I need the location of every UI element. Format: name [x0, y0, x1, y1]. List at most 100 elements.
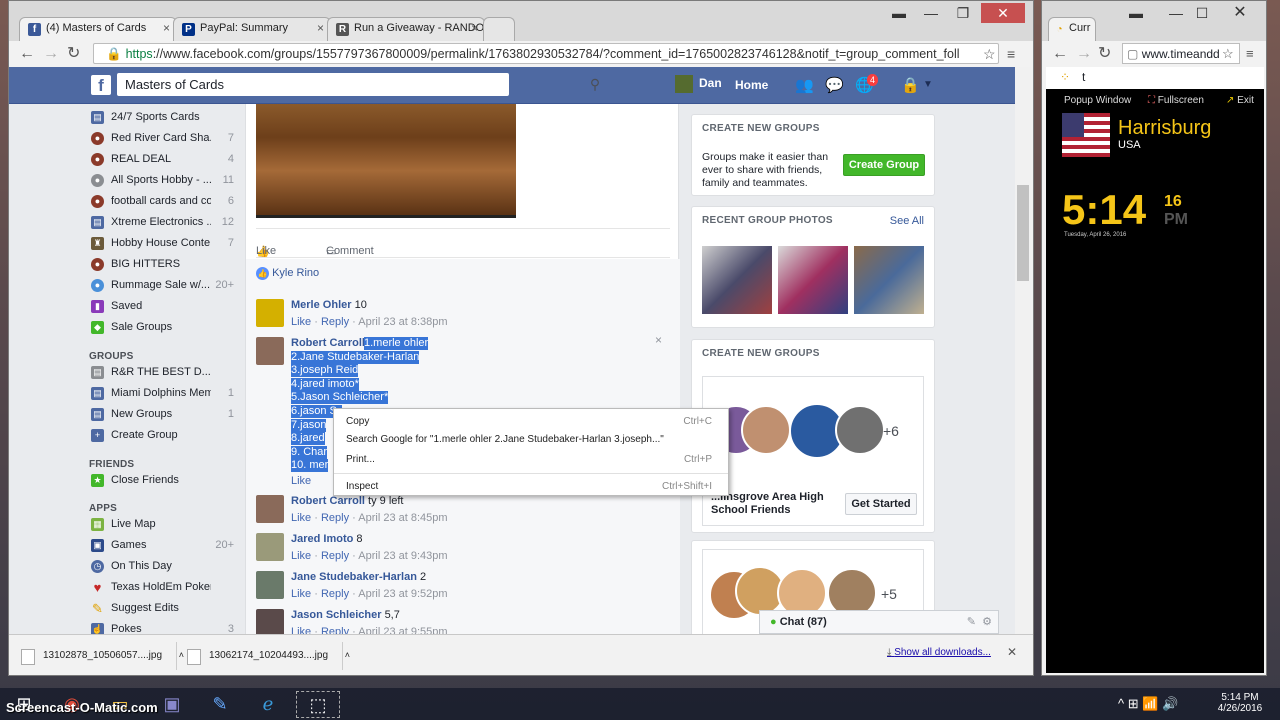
user-icon[interactable]: ▬ [1122, 3, 1150, 23]
tab-masters-of-cards[interactable]: f (4) Masters of Cards × [19, 17, 177, 42]
close-window-button[interactable]: ✕ [981, 3, 1025, 23]
comment-time[interactable]: April 23 at 9:43pm [358, 550, 447, 562]
reply-link[interactable]: Reply [321, 550, 349, 562]
tab-giveaway[interactable]: R Run a Giveaway - RANDO × [327, 17, 485, 41]
nav-item[interactable]: ● REAL DEAL 4 [89, 151, 234, 172]
exit-button[interactable]: ↗ Exit [1226, 95, 1254, 106]
comment-like-link[interactable]: Like [291, 550, 311, 562]
nav-item[interactable]: + Create Group [89, 427, 234, 448]
reply-link[interactable]: Reply [321, 626, 349, 634]
comment-like-link[interactable]: Like [291, 316, 311, 328]
comment-like-link[interactable]: Like [291, 512, 311, 524]
menu-icon[interactable]: ≡ [1246, 44, 1254, 64]
commenter-name[interactable]: Jared Imoto [291, 533, 353, 545]
commenter-name[interactable]: Merle Ohler [291, 299, 352, 311]
post-photo[interactable] [256, 104, 516, 218]
likes-summary[interactable]: 👍 Kyle Rino [256, 267, 319, 280]
nav-item[interactable]: ☝ Pokes 3 [89, 621, 234, 634]
nav-item[interactable]: ♜ Hobby House Conte... 7 [89, 235, 234, 256]
nav-item[interactable]: ▦ Live Map [89, 516, 234, 537]
reload-icon[interactable]: ↻ [67, 44, 80, 64]
create-group-button[interactable]: Create Group [843, 154, 925, 176]
avatar[interactable] [256, 533, 284, 561]
nav-item[interactable]: ● BIG HITTERS [89, 256, 234, 277]
reply-link[interactable]: Reply [321, 316, 349, 328]
group-photo[interactable] [854, 246, 924, 314]
nav-item[interactable]: ◆ Sale Groups [89, 319, 234, 340]
nav-item[interactable]: ★ Close Friends [89, 472, 234, 493]
user-icon[interactable]: ▬ [885, 3, 913, 23]
menu-icon[interactable]: ≡ [1007, 44, 1015, 64]
messages-icon[interactable]: 💬 [825, 76, 844, 94]
page-scrollbar[interactable] [1015, 67, 1031, 634]
address-bar[interactable]: 🔒 https://www.facebook.com/groups/1557797… [93, 43, 999, 64]
bookmark-t[interactable]: t [1082, 70, 1085, 84]
bookmark-star-icon[interactable]: ☆ [983, 44, 996, 64]
compose-icon[interactable]: ✎ [967, 615, 976, 628]
tab-timeanddate[interactable]: ◔ Curr [1048, 17, 1096, 42]
maximize-button[interactable]: ❐ [949, 3, 977, 23]
close-window-button[interactable]: ✕ [1222, 3, 1258, 23]
apps-icon[interactable]: ⁘ [1060, 70, 1070, 84]
suggested-group-name[interactable]: ...linsgrove Area High School Friends [711, 491, 833, 517]
screencast-icon[interactable]: ⬚ [296, 691, 340, 718]
reload-icon[interactable]: ↻ [1098, 44, 1111, 64]
nav-item[interactable]: ▣ Games 20+ [89, 537, 234, 558]
nav-item[interactable]: ● Red River Card Sha... 7 [89, 130, 234, 151]
nav-item[interactable]: ✎ Suggest Edits [89, 600, 234, 621]
close-tab-icon[interactable]: × [471, 21, 478, 35]
fullscreen-button[interactable]: ⛶ Fullscreen [1148, 95, 1204, 106]
scrollbar-thumb[interactable] [1017, 185, 1029, 281]
nav-item[interactable]: ▤ 24/7 Sports Cards [89, 109, 234, 130]
see-all-link[interactable]: See All [890, 215, 924, 227]
download-item[interactable]: 13102878_10506057....jpg ˄ [17, 642, 184, 670]
avatar[interactable] [256, 299, 284, 327]
nav-item[interactable]: ▤ New Groups 1 [89, 406, 234, 427]
facebook-search-input[interactable]: Masters of Cards ⚲ [117, 73, 600, 96]
comment-time[interactable]: April 23 at 9:52pm [358, 588, 447, 600]
profile-link[interactable]: Dan [675, 75, 722, 93]
system-clock[interactable]: 5:14 PM 4/26/2016 [1208, 692, 1272, 714]
print-menu-item[interactable]: Print... [346, 454, 375, 465]
close-tab-icon[interactable]: × [163, 21, 170, 35]
close-downloads-icon[interactable]: ✕ [1007, 645, 1017, 659]
dropdown-caret-icon[interactable]: ˄ [345, 650, 350, 660]
forward-icon[interactable]: → [1076, 44, 1092, 64]
search-icon[interactable]: ⚲ [581, 73, 609, 96]
download-item[interactable]: 13062174_10204493....jpg ˄ [183, 642, 350, 670]
commenter-name[interactable]: Robert Carroll [291, 495, 365, 507]
forward-icon[interactable]: → [43, 44, 59, 64]
close-tab-icon[interactable]: × [317, 21, 324, 35]
nav-item[interactable]: ▤ R&R THE BEST D... [89, 364, 234, 385]
reply-link[interactable]: Reply [321, 512, 349, 524]
comment-time[interactable]: April 23 at 9:55pm [358, 626, 447, 634]
nav-item[interactable]: ● football cards and co... 6 [89, 193, 234, 214]
nav-item[interactable]: ♥ Texas HoldEm Poker [89, 579, 234, 600]
comment-like-link[interactable]: Like [291, 475, 311, 487]
comment-like-link[interactable]: Like [291, 588, 311, 600]
minimize-button[interactable]: — [917, 3, 945, 23]
inspect-menu-item[interactable]: Inspect [346, 481, 378, 492]
bookmark-star-icon[interactable]: ☆ [1222, 44, 1234, 64]
popup-window-button[interactable]: Popup Window [1064, 95, 1131, 106]
maximize-button[interactable]: ☐ [1188, 3, 1216, 23]
avatar[interactable] [256, 337, 284, 365]
commenter-name[interactable]: Jason Schleicher [291, 609, 382, 621]
avatar[interactable] [256, 571, 284, 599]
nav-item[interactable]: ▤ Miami Dolphins Mem... 1 [89, 385, 234, 406]
reply-link[interactable]: Reply [321, 588, 349, 600]
delete-comment-icon[interactable]: × [655, 333, 662, 347]
comment-time[interactable]: April 23 at 8:45pm [358, 512, 447, 524]
back-icon[interactable]: ← [1052, 44, 1068, 64]
avatar[interactable] [256, 609, 284, 634]
paint-icon[interactable]: ✎ [198, 691, 242, 718]
back-icon[interactable]: ← [19, 44, 35, 64]
commenter-name[interactable]: Jane Studebaker-Harlan [291, 571, 417, 583]
get-started-button[interactable]: Get Started [845, 493, 917, 515]
nav-item[interactable]: ▤ Xtreme Electronics ... 12 [89, 214, 234, 235]
friend-requests-icon[interactable]: 👥 [795, 76, 814, 94]
nav-item[interactable]: ▮ Saved [89, 298, 234, 319]
comment-like-link[interactable]: Like [291, 626, 311, 634]
tray-icons[interactable]: ^ ⊞ 📶 🔊 [1118, 696, 1178, 712]
comment-time[interactable]: April 23 at 8:38pm [358, 316, 447, 328]
